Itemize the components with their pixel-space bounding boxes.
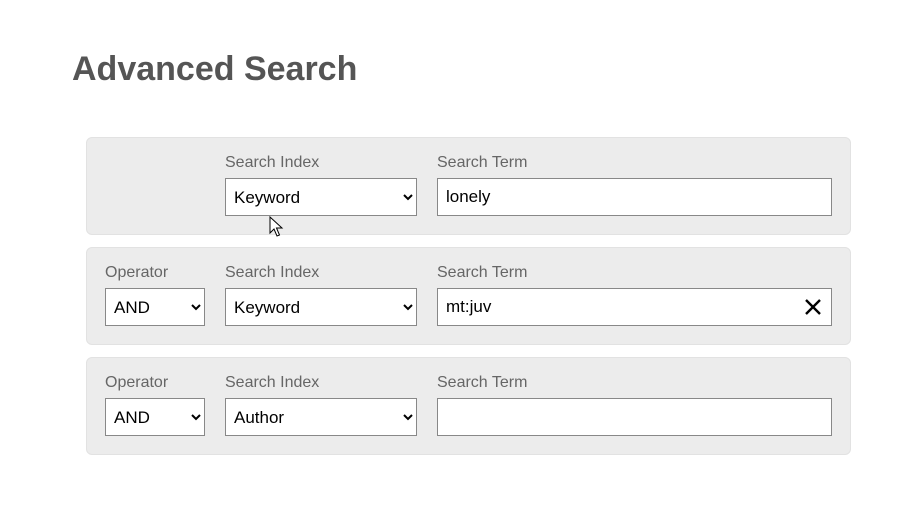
search-row: Operator AND Search Index Keyword Search…	[86, 247, 851, 345]
search-index-select[interactable]: Author	[225, 398, 417, 436]
search-index-select[interactable]: Keyword	[225, 288, 417, 326]
search-term-label: Search Term	[437, 264, 832, 282]
search-term-label: Search Term	[437, 374, 832, 392]
operator-label: Operator	[105, 264, 205, 282]
close-icon	[804, 298, 822, 316]
search-row: Operator AND Search Index Author Search …	[86, 357, 851, 455]
search-term-input[interactable]	[437, 288, 832, 326]
clear-term-button[interactable]	[796, 288, 830, 326]
search-term-label: Search Term	[437, 154, 832, 172]
search-index-select[interactable]: Keyword	[225, 178, 417, 216]
page-title: Advanced Search	[72, 50, 851, 89]
search-index-label: Search Index	[225, 374, 417, 392]
operator-label: Operator	[105, 374, 205, 392]
search-index-label: Search Index	[225, 264, 417, 282]
search-row: Search Index Keyword Search Term	[86, 137, 851, 235]
search-index-label: Search Index	[225, 154, 417, 172]
operator-select[interactable]: AND	[105, 288, 205, 326]
operator-select[interactable]: AND	[105, 398, 205, 436]
search-term-input[interactable]	[437, 178, 832, 216]
search-rows: Search Index Keyword Search Term Operato…	[72, 137, 851, 455]
search-term-input[interactable]	[437, 398, 832, 436]
